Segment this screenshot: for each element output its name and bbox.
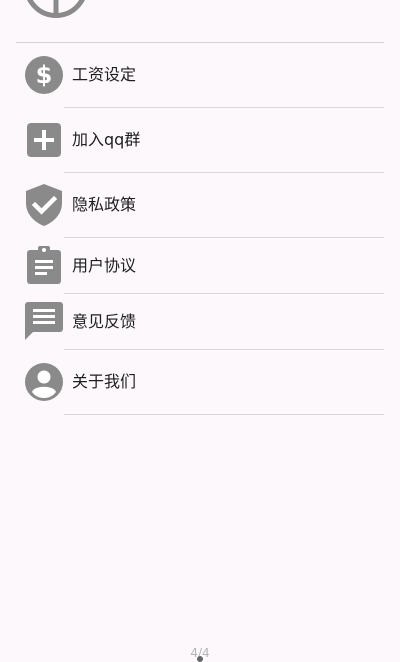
menu-item-label: 关于我们 bbox=[72, 372, 137, 391]
menu-item-user-agreement[interactable]: 用户协议 bbox=[0, 238, 400, 294]
account-circle-icon bbox=[24, 362, 64, 402]
menu-item-label: 工资设定 bbox=[72, 65, 137, 84]
dollar-icon: $ bbox=[24, 55, 64, 95]
menu-item-label: 隐私政策 bbox=[72, 195, 137, 214]
menu-item-about-us[interactable]: 关于我们 bbox=[0, 350, 400, 415]
shield-check-icon bbox=[24, 184, 64, 226]
clipboard-icon bbox=[24, 245, 64, 285]
menu-item-label: 意见反馈 bbox=[72, 312, 137, 331]
menu-item-privacy-policy[interactable]: 隐私政策 bbox=[0, 173, 400, 238]
divider bbox=[64, 414, 384, 415]
feedback-icon bbox=[24, 301, 64, 341]
svg-text:$: $ bbox=[36, 61, 53, 89]
add-box-icon bbox=[24, 120, 64, 160]
avatar-icon[interactable] bbox=[24, 0, 88, 18]
menu-item-label: 用户协议 bbox=[72, 256, 137, 275]
settings-menu: $ 工资设定 加入qq群 隐私政策 用户协议 意见反馈 关于我们 bbox=[0, 43, 400, 415]
menu-item-label: 加入qq群 bbox=[72, 130, 141, 149]
menu-item-feedback[interactable]: 意见反馈 bbox=[0, 294, 400, 350]
page-dot bbox=[197, 656, 203, 662]
menu-item-join-qq-group[interactable]: 加入qq群 bbox=[0, 108, 400, 173]
menu-item-salary-settings[interactable]: $ 工资设定 bbox=[0, 43, 400, 108]
